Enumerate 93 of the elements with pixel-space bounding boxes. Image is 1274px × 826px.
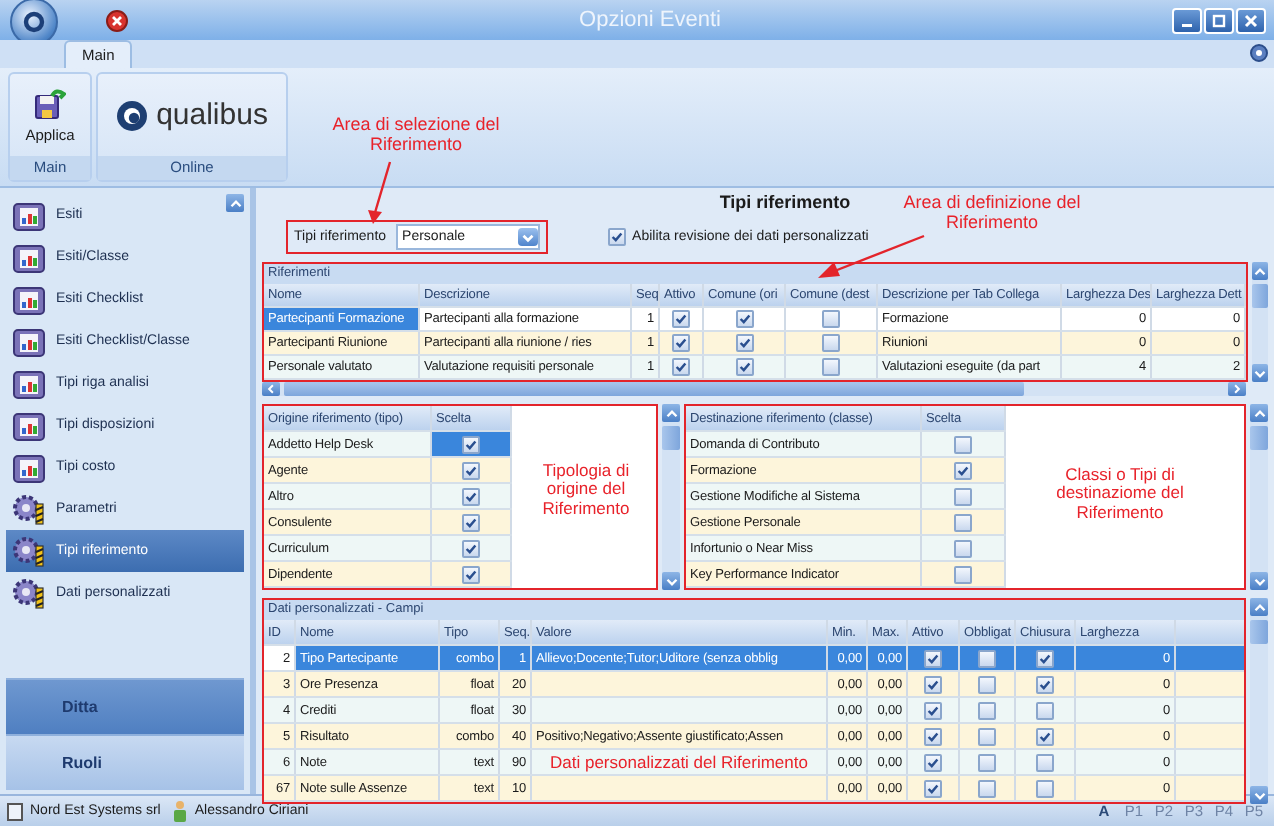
checkbox[interactable] [1036,675,1054,693]
checkbox[interactable] [954,565,972,583]
checkbox[interactable] [1036,779,1054,797]
checkbox[interactable] [978,727,996,745]
checkbox[interactable] [1036,753,1054,771]
checkbox[interactable] [1036,649,1054,667]
report-icon [12,367,48,399]
scroll-thumb[interactable] [284,382,1024,396]
scroll-thumb[interactable] [1250,620,1268,644]
checkbox[interactable] [978,779,996,797]
checkbox[interactable] [924,779,942,797]
annotation-text: Area di selezione del Riferimento [330,116,502,156]
checkbox[interactable] [978,649,996,667]
checkbox[interactable] [462,539,480,557]
scroll-up-button[interactable] [662,404,680,422]
checkbox[interactable] [954,461,972,479]
save-icon [33,87,66,119]
maximize-button[interactable] [1204,7,1234,33]
logo-text: qualibus [156,98,268,132]
checkbox[interactable] [978,675,996,693]
report-icon [12,283,48,315]
checkbox[interactable] [924,649,942,667]
checkbox[interactable] [1036,727,1054,745]
annotation-text: Classi o Tipi di destinaziome del Riferimento [1054,466,1186,523]
scroll-down-button[interactable] [1252,364,1268,382]
chevron-down-icon [522,231,535,243]
checkbox[interactable] [954,539,972,557]
checkbox[interactable] [822,358,840,376]
checkbox[interactable] [924,727,942,745]
scrollbar[interactable] [1252,262,1268,382]
scrollbar[interactable] [662,404,680,590]
checkbox[interactable] [735,334,753,352]
checkbox[interactable] [978,701,996,719]
checkbox[interactable] [672,310,690,328]
scroll-thumb[interactable] [1250,426,1268,450]
report-icon [12,241,48,273]
checkbox[interactable] [735,310,753,328]
scroll-thumb[interactable] [1252,284,1268,308]
close-icon[interactable] [106,9,128,31]
checkbox[interactable] [672,358,690,376]
dropdown-button[interactable] [518,228,539,246]
checkbox[interactable] [822,310,840,328]
close-button[interactable] [1236,7,1266,33]
minimize-button[interactable] [1172,7,1202,33]
scroll-down-button[interactable] [1250,572,1268,590]
scroll-left-button[interactable] [262,382,280,396]
user-icon [172,800,189,822]
scrollbar[interactable] [1250,598,1268,804]
gear-icon [12,576,48,610]
nav-pane-button[interactable]: Ruoli [6,734,244,790]
checkbox[interactable] [822,334,840,352]
checkbox[interactable] [1036,701,1054,719]
logo-icon [116,99,149,131]
ring-icon [22,10,46,34]
scroll-thumb[interactable] [662,426,680,450]
checkbox[interactable] [608,228,627,246]
checkbox[interactable] [672,334,690,352]
checkbox[interactable] [735,358,753,376]
report-icon [12,325,48,357]
checkbox[interactable] [924,675,942,693]
scroll-up-button[interactable] [1250,598,1268,616]
gear-icon [12,534,48,568]
report-icon [12,409,48,441]
scroll-right-button[interactable] [1228,382,1246,396]
checkbox[interactable] [954,487,972,505]
window-title: Opzioni Eventi [577,8,723,32]
scrollbar[interactable] [1250,404,1268,590]
maximize-icon [1212,13,1226,27]
close-icon [1244,13,1258,27]
report-icon [12,199,48,231]
scrollbar[interactable] [262,382,1246,396]
report-icon [12,451,48,483]
scroll-up-button[interactable] [226,194,244,212]
annotation-text: Area di definizione del Riferimento [901,194,1083,234]
checkbox[interactable] [924,701,942,719]
annotation-text: Tipologia di origine del Riferimento [540,462,632,519]
help-icon[interactable] [1250,44,1268,62]
checkbox[interactable] [462,461,480,479]
checkbox[interactable] [954,435,972,453]
scroll-down-button[interactable] [1250,786,1268,804]
checkbox[interactable] [924,753,942,771]
checkbox[interactable] [462,565,480,583]
checkbox[interactable] [978,753,996,771]
checkbox[interactable] [954,513,972,531]
annotation-text: Dati personalizzati del Riferimento [550,752,808,772]
checkbox[interactable] [462,487,480,505]
gear-icon [12,492,48,526]
scroll-down-button[interactable] [662,572,680,590]
page-title: Tipi riferimento [719,192,851,212]
checkbox[interactable] [462,435,480,453]
scroll-up-button[interactable] [1250,404,1268,422]
scroll-up-button[interactable] [1252,262,1268,280]
checkbox[interactable] [462,513,480,531]
